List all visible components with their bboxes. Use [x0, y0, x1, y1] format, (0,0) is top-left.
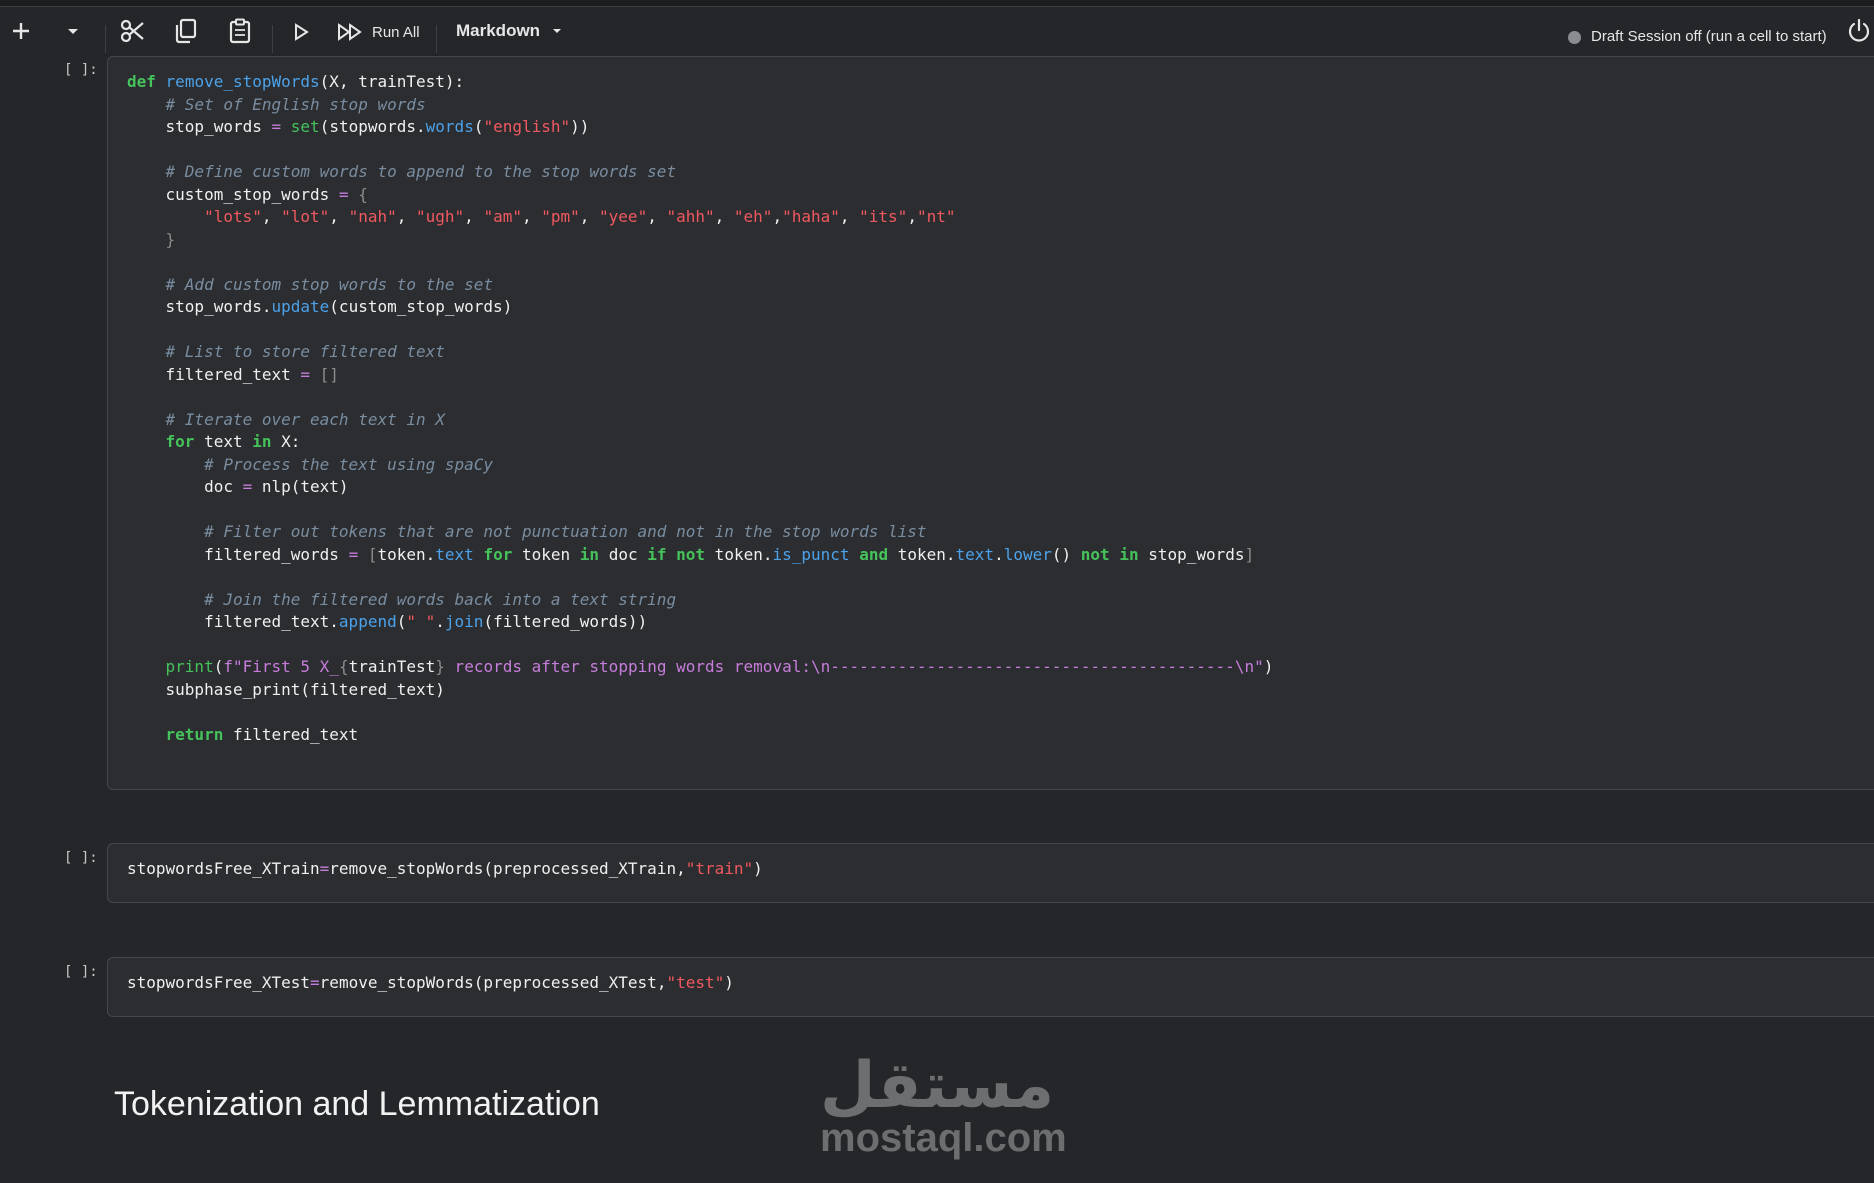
watermark-arabic: مستقل	[820, 1049, 1055, 1123]
code-line: custom_stop_words = {	[127, 184, 368, 204]
code-line: def remove_stopWords(X, trainTest):	[127, 72, 465, 91]
code-line: # Define custom words to append to the s…	[127, 162, 677, 181]
plus-icon[interactable]	[6, 16, 36, 46]
code-editor[interactable]: stopwordsFree_XTrain=remove_stopWords(pr…	[127, 858, 763, 881]
cell-type-select[interactable]: Markdown	[456, 18, 564, 44]
code-line: filtered_words = [token.text for token i…	[127, 544, 1255, 564]
toolbar-divider	[272, 25, 273, 53]
cell-type-label: Markdown	[456, 21, 541, 40]
session-status-dot	[1568, 31, 1581, 44]
mostaql-watermark: مستقل mostaql.com	[820, 1049, 1067, 1160]
code-line: # Add custom stop words to the set	[127, 274, 494, 294]
clipboard-icon[interactable]	[224, 15, 256, 47]
code-line: # Filter out tokens that are not punctua…	[127, 522, 927, 541]
chevron-down-icon	[553, 29, 562, 33]
code-line: # Process the text using spaCy	[127, 454, 494, 474]
code-line: return filtered_text	[165, 724, 359, 744]
code-line: "lots", "lot", "nah", "ugh", "am", "pm",…	[204, 207, 956, 226]
code-line: # Set of English stop words	[127, 94, 426, 114]
session-status-text: Draft Session off (run a cell to start)	[1591, 28, 1827, 45]
watermark-latin: mostaql.com	[820, 1116, 1067, 1160]
scissors-icon[interactable]	[117, 15, 149, 47]
run-all-button[interactable]: Run All	[372, 20, 420, 44]
code-line: # Iterate over each text in X	[127, 409, 445, 429]
code-line: print(f"First 5 X_{trainTest} records af…	[165, 657, 1274, 676]
code-cell-train[interactable]: stopwordsFree_XTrain=remove_stopWords(pr…	[107, 843, 1874, 903]
code-line: }	[165, 229, 176, 249]
code-editor[interactable]: def remove_stopWords(X, trainTest): # Se…	[127, 71, 1273, 746]
play-icon[interactable]	[286, 17, 316, 47]
power-icon[interactable]	[1845, 16, 1873, 46]
code-line: stop_words.update(custom_stop_words)	[127, 297, 513, 316]
code-line: filtered_text.append(" ".join(filtered_w…	[127, 612, 648, 631]
toolbar-divider	[436, 25, 437, 53]
code-line: stopwordsFree_XTest=remove_stopWords(pre…	[127, 973, 734, 992]
window-top-edge	[0, 0, 1874, 7]
code-line: for text in X:	[165, 432, 301, 451]
code-editor[interactable]: stopwordsFree_XTest=remove_stopWords(pre…	[127, 972, 734, 995]
toolbar-divider	[105, 25, 106, 53]
code-line: stopwordsFree_XTrain=remove_stopWords(pr…	[127, 859, 763, 878]
code-cell-remove-stopwords[interactable]: def remove_stopWords(X, trainTest): # Se…	[107, 56, 1874, 790]
code-line: subphase_print(filtered_text)	[127, 679, 445, 699]
copy-icon[interactable]	[170, 15, 202, 47]
chevron-down-icon[interactable]	[60, 16, 86, 46]
code-line: # List to store filtered text	[127, 342, 445, 361]
markdown-heading: Tokenization and Lemmatization	[114, 1085, 600, 1123]
notebook-toolbar: Run All Markdown Draft Session off (run …	[0, 7, 1874, 54]
code-line: doc = nlp(text)	[127, 477, 349, 496]
code-line: # Join the filtered words back into a te…	[127, 589, 677, 609]
fast-forward-icon[interactable]	[334, 17, 366, 47]
code-line: filtered_text = []	[127, 364, 339, 384]
code-line: stop_words = set(stopwords.words("englis…	[127, 117, 590, 136]
cell-prompt: [ ]:	[64, 62, 98, 78]
cell-prompt: [ ]:	[64, 850, 98, 866]
cell-prompt: [ ]:	[64, 964, 98, 980]
code-cell-test[interactable]: stopwordsFree_XTest=remove_stopWords(pre…	[107, 957, 1874, 1017]
